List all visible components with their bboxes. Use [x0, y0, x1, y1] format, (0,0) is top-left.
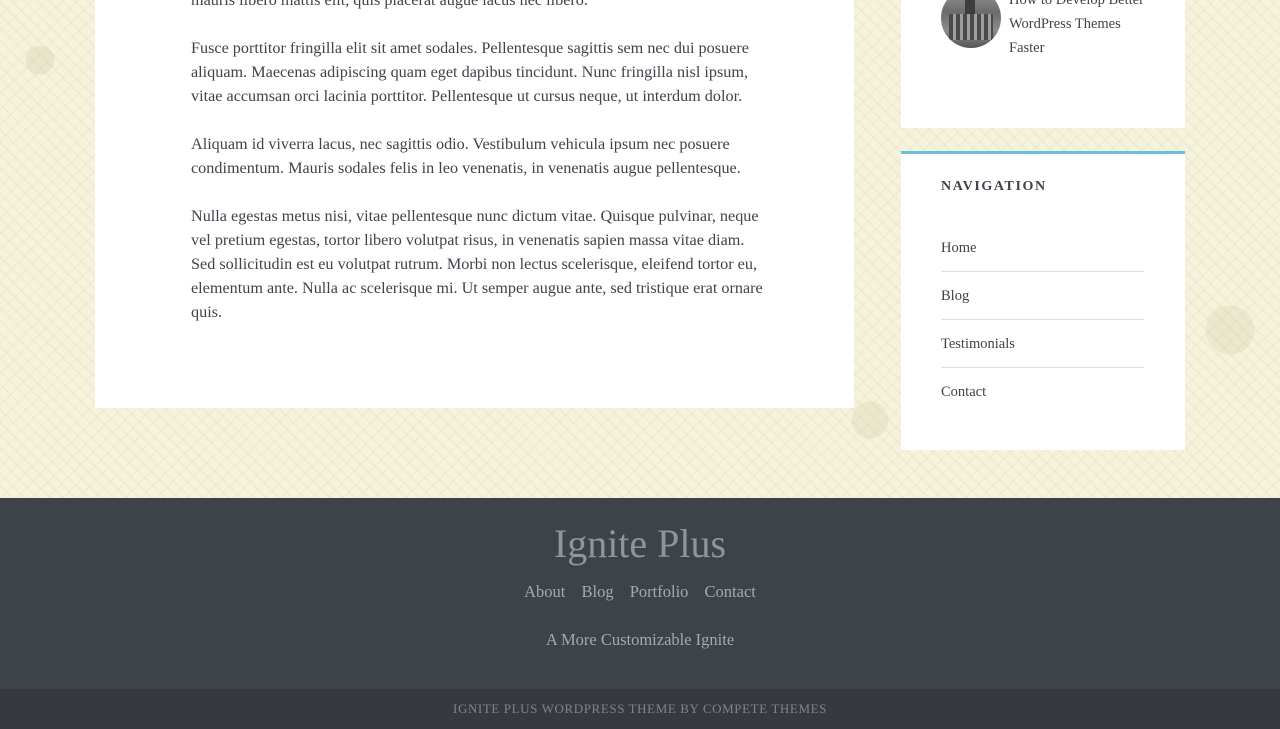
recent-post-thumbnail[interactable]	[941, 0, 1001, 48]
nav-item-blog[interactable]: Blog	[941, 272, 1144, 320]
post-paragraph: Aliquam id viverra lacus, nec sagittis o…	[191, 135, 741, 177]
recent-posts-widget: How to Develop Better WordPress Themes F…	[901, 0, 1185, 128]
navigation-widget: NAVIGATION Home Blog Testimonials Contac…	[901, 151, 1185, 450]
footer-site-title[interactable]: Ignite Plus	[0, 520, 1280, 567]
post-paragraph: Fusce porttitor fringilla elit sit amet …	[191, 39, 749, 105]
nav-item-home[interactable]: Home	[941, 224, 1144, 272]
footer-menu: About Blog Portfolio Contact	[0, 582, 1280, 602]
post-paragraph: mauris libero mattis elit, quis placerat…	[191, 0, 588, 9]
footer-menu-blog[interactable]: Blog	[582, 582, 614, 601]
post-content-card: mauris libero mattis elit, quis placerat…	[95, 0, 854, 408]
footer-tagline: A More Customizable Ignite	[545, 630, 735, 649]
recent-post-link[interactable]: How to Develop Better WordPress Themes F…	[1009, 0, 1159, 60]
navigation-widget-title: NAVIGATION	[941, 179, 1047, 194]
site-footer: Ignite Plus About Blog Portfolio Contact…	[0, 498, 1280, 689]
nav-item-testimonials[interactable]: Testimonials	[941, 320, 1144, 368]
post-entry: mauris libero mattis elit, quis placerat…	[191, 0, 763, 348]
design-credit: IGNITE PLUS WORDPRESS THEME BY COMPETE T…	[0, 689, 1280, 729]
nav-item-contact[interactable]: Contact	[941, 368, 1144, 416]
footer-menu-portfolio[interactable]: Portfolio	[630, 582, 689, 601]
design-credit-link[interactable]: IGNITE PLUS WORDPRESS THEME BY COMPETE T…	[453, 701, 827, 716]
post-paragraph: Nulla egestas metus nisi, vitae pellente…	[191, 207, 763, 321]
footer-menu-contact[interactable]: Contact	[705, 582, 756, 601]
footer-menu-about[interactable]: About	[524, 582, 565, 601]
navigation-menu: Home Blog Testimonials Contact	[941, 224, 1144, 416]
